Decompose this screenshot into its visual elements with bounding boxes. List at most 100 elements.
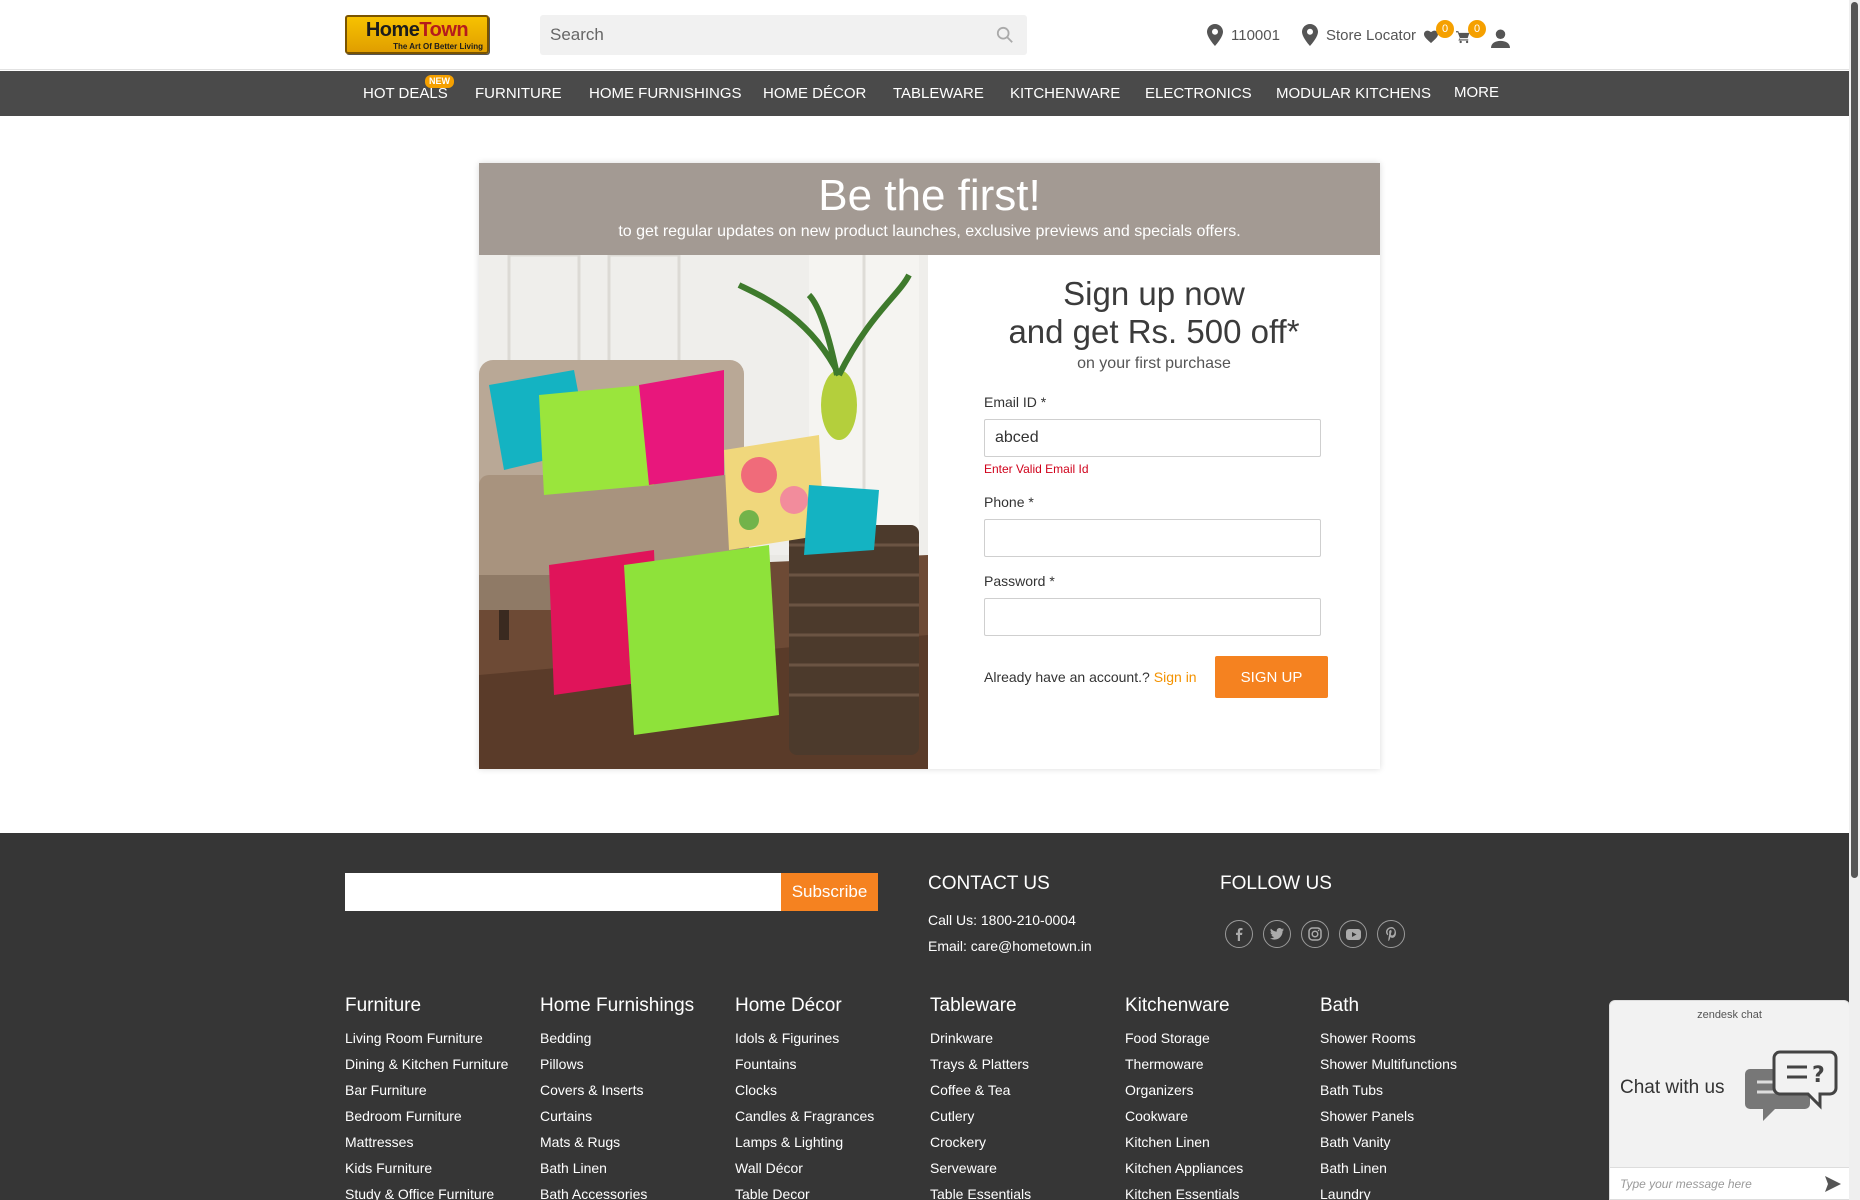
footer-link[interactable]: Wall Décor — [735, 1155, 874, 1181]
cart-button[interactable]: 0 — [1456, 20, 1486, 50]
nav-item-furniture[interactable]: FURNITURE — [475, 71, 562, 116]
pinterest-icon[interactable] — [1377, 920, 1405, 948]
search-input[interactable] — [540, 15, 980, 55]
footer-link[interactable]: Shower Panels — [1320, 1103, 1457, 1129]
hometown-logo[interactable]: HomeTown The Art Of Better Living — [345, 15, 489, 54]
footer-link[interactable]: Cutlery — [930, 1103, 1031, 1129]
footer-link[interactable]: Kitchen Appliances — [1125, 1155, 1243, 1181]
footer-link[interactable]: Shower Rooms — [1320, 1025, 1457, 1051]
footer-link[interactable]: Curtains — [540, 1103, 694, 1129]
chat-bubbles-icon: ? — [1745, 1050, 1838, 1121]
email-label: Email ID * — [984, 394, 1047, 410]
location-pin-icon — [1207, 24, 1223, 46]
contact-email[interactable]: Email: care@hometown.in — [928, 938, 1092, 954]
footer-link[interactable]: Bedroom Furniture — [345, 1103, 508, 1129]
nav-item-home-furnishings[interactable]: HOME FURNISHINGS — [589, 71, 742, 116]
footer-link[interactable]: Idols & Figurines — [735, 1025, 874, 1051]
signup-promo-card: Be the first! to get regular updates on … — [479, 163, 1380, 769]
phone-label: Phone * — [984, 494, 1034, 510]
footer-link[interactable]: Shower Multifunctions — [1320, 1051, 1457, 1077]
footer-link[interactable]: Kids Furniture — [345, 1155, 508, 1181]
wishlist-button[interactable]: 0 — [1424, 20, 1454, 50]
nav-item-more[interactable]: MORE — [1454, 71, 1499, 116]
page-scrollbar[interactable] — [1849, 0, 1860, 1200]
footer-link[interactable]: Drinkware — [930, 1025, 1031, 1051]
svg-text:?: ? — [1812, 1063, 1825, 1088]
footer-link[interactable]: Crockery — [930, 1129, 1031, 1155]
footer-link[interactable]: Laundry — [1320, 1181, 1457, 1200]
nav-item-modular-kitchens[interactable]: MODULAR KITCHENS — [1276, 71, 1431, 116]
store-locator-link[interactable]: Store Locator — [1302, 22, 1416, 48]
contact-phone[interactable]: Call Us: 1800-210-0004 — [928, 912, 1076, 928]
footer-link[interactable]: Mats & Rugs — [540, 1129, 694, 1155]
footer-link[interactable]: Serveware — [930, 1155, 1031, 1181]
sign-in-link[interactable]: Sign in — [1154, 669, 1197, 685]
footer-link[interactable]: Cookware — [1125, 1103, 1243, 1129]
signup-heading-line2: and get Rs. 500 off* — [1008, 313, 1300, 350]
footer-link[interactable]: Trays & Platters — [930, 1051, 1031, 1077]
chat-with-us-label[interactable]: Chat with us — [1620, 1077, 1725, 1099]
twitter-icon[interactable] — [1263, 920, 1291, 948]
sign-up-button[interactable]: SIGN UP — [1215, 656, 1328, 698]
footer-link[interactable]: Bath Tubs — [1320, 1077, 1457, 1103]
footer-link[interactable]: Bar Furniture — [345, 1077, 508, 1103]
nav-item-hot-deals[interactable]: HOT DEALS NEW — [363, 71, 454, 116]
subscribe-button[interactable]: Subscribe — [781, 873, 878, 911]
footer-link[interactable]: Food Storage — [1125, 1025, 1243, 1051]
logo-tagline: The Art Of Better Living — [393, 42, 483, 51]
nav-item-electronics[interactable]: ELECTRONICS — [1145, 71, 1252, 116]
footer-link[interactable]: Mattresses — [345, 1129, 508, 1155]
facebook-icon[interactable] — [1225, 920, 1253, 948]
user-icon — [1491, 28, 1510, 48]
signup-heading-line1: Sign up now — [1063, 275, 1245, 312]
email-field[interactable] — [984, 419, 1321, 457]
footer-link[interactable]: Bedding — [540, 1025, 694, 1051]
chat-message-input[interactable]: Type your message here — [1610, 1167, 1849, 1199]
newsletter-email-input[interactable] — [345, 873, 781, 911]
footer-link[interactable]: Pillows — [540, 1051, 694, 1077]
footer-link[interactable]: Covers & Inserts — [540, 1077, 694, 1103]
account-button[interactable] — [1491, 25, 1518, 51]
send-icon[interactable] — [1825, 1176, 1841, 1192]
footer-link[interactable]: Lamps & Lighting — [735, 1129, 874, 1155]
footer-link[interactable]: Bath Linen — [540, 1155, 694, 1181]
footer-link[interactable]: Study & Office Furniture — [345, 1181, 508, 1200]
already-account-text: Already have an account.? Sign in — [984, 669, 1197, 685]
nav-item-home-decor[interactable]: HOME DÉCOR — [763, 71, 866, 116]
footer-link[interactable]: Organizers — [1125, 1077, 1243, 1103]
password-field[interactable] — [984, 598, 1321, 636]
footer-link[interactable]: Kitchen Essentials — [1125, 1181, 1243, 1200]
email-error-text: Enter Valid Email Id — [984, 462, 1089, 476]
sofa-cushions-image — [479, 255, 928, 769]
site-footer: Subscribe CONTACT US Call Us: 1800-210-0… — [0, 833, 1860, 1200]
footer-link[interactable]: Thermoware — [1125, 1051, 1243, 1077]
follow-title: FOLLOW US — [1220, 873, 1332, 894]
footer-link[interactable]: Kitchen Linen — [1125, 1129, 1243, 1155]
footer-link[interactable]: Fountains — [735, 1051, 874, 1077]
footer-link[interactable]: Table Decor — [735, 1181, 874, 1200]
footer-link[interactable]: Living Room Furniture — [345, 1025, 508, 1051]
pincode-selector[interactable]: 110001 — [1207, 22, 1280, 48]
footer-link[interactable]: Bath Vanity — [1320, 1129, 1457, 1155]
promo-title: Be the first! — [818, 171, 1041, 220]
footer-link[interactable]: Clocks — [735, 1077, 874, 1103]
search-icon[interactable] — [996, 26, 1014, 44]
phone-field[interactable] — [984, 519, 1321, 557]
youtube-icon[interactable] — [1339, 920, 1367, 948]
footer-link[interactable]: Bath Linen — [1320, 1155, 1457, 1181]
nav-item-kitchenware[interactable]: KITCHENWARE — [1010, 71, 1120, 116]
new-badge: NEW — [425, 75, 454, 88]
promo-subtitle: to get regular updates on new product la… — [618, 223, 1241, 240]
footer-link[interactable]: Table Essentials — [930, 1181, 1031, 1200]
nav-item-tableware[interactable]: TABLEWARE — [893, 71, 984, 116]
chat-widget[interactable]: zendesk chat Chat with us ? Type your me… — [1609, 1000, 1850, 1200]
instagram-icon[interactable] — [1301, 920, 1329, 948]
footer-link[interactable]: Coffee & Tea — [930, 1077, 1031, 1103]
footer-column-title: Kitchenware — [1125, 995, 1230, 1016]
footer-link[interactable]: Bath Accessories — [540, 1181, 694, 1200]
footer-link[interactable]: Candles & Fragrances — [735, 1103, 874, 1129]
chat-brand: zendesk chat — [1697, 1009, 1762, 1021]
footer-column-bath: Bath Shower Rooms Shower Multifunctions … — [1320, 995, 1457, 1200]
scrollbar-thumb[interactable] — [1851, 2, 1858, 878]
footer-link[interactable]: Dining & Kitchen Furniture — [345, 1051, 508, 1077]
